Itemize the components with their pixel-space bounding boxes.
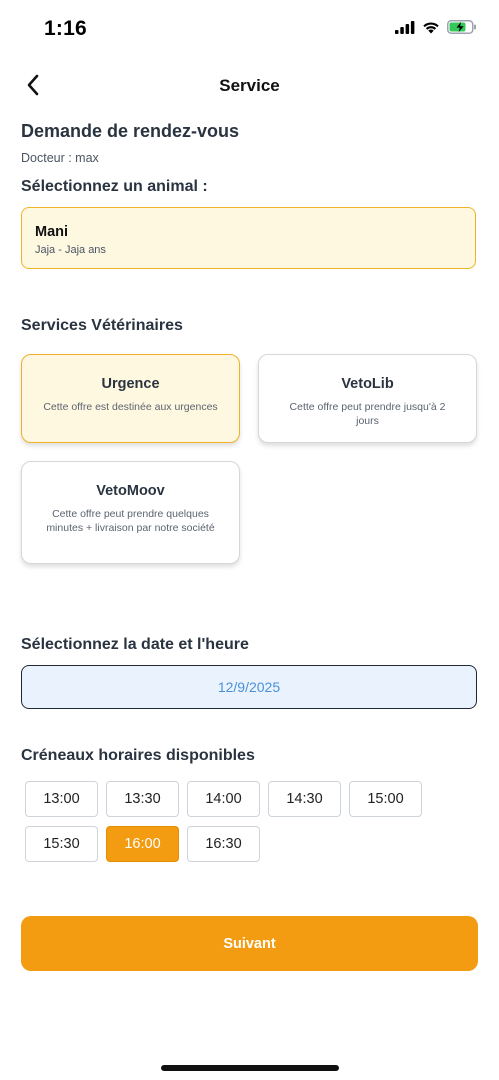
- battery-charging-icon: [447, 20, 476, 34]
- date-section-label: Sélectionnez la date et l'heure: [21, 636, 249, 653]
- animal-section-label: Sélectionnez un animal :: [21, 178, 208, 195]
- animal-detail: Jaja - Jaja ans: [35, 244, 106, 256]
- next-button[interactable]: Suivant: [21, 916, 478, 971]
- home-indicator[interactable]: [161, 1065, 339, 1071]
- service-card-vetolib[interactable]: VetoLib Cette offre peut prendre jusqu'à…: [258, 354, 477, 443]
- service-description: Cette offre peut prendre jusqu'à 2 jours: [289, 401, 446, 427]
- service-title: VetoLib: [341, 376, 394, 392]
- time-slot[interactable]: 16:30: [187, 826, 260, 862]
- signal-icon: [395, 20, 415, 34]
- time-slot[interactable]: 14:00: [187, 781, 260, 817]
- time-slot[interactable]: 15:00: [349, 781, 422, 817]
- time-slot-grid: 13:00 13:30 14:00 14:30 15:00 15:30 16:0…: [25, 781, 435, 862]
- slots-section-label: Créneaux horaires disponibles: [21, 747, 255, 764]
- time-slot-selected[interactable]: 16:00: [106, 826, 179, 862]
- time-slot[interactable]: 14:30: [268, 781, 341, 817]
- status-icons: [395, 20, 477, 34]
- service-title: Urgence: [101, 376, 160, 392]
- services-section-label: Services Vétérinaires: [21, 317, 183, 334]
- time-slot[interactable]: 13:00: [25, 781, 98, 817]
- time-slot[interactable]: 15:30: [25, 826, 98, 862]
- service-description: Cette offre est destinée aux urgences: [43, 401, 218, 413]
- service-description: Cette offre peut prendre quelques minute…: [46, 508, 215, 534]
- doctor-label: Docteur : max: [21, 151, 99, 165]
- service-card-urgence[interactable]: Urgence Cette offre est destinée aux urg…: [21, 354, 240, 443]
- date-picker-field[interactable]: 12/9/2025: [21, 665, 477, 709]
- service-title: VetoMoov: [96, 483, 165, 499]
- time-slot[interactable]: 13:30: [106, 781, 179, 817]
- animal-name: Mani: [35, 224, 69, 240]
- status-time: 1:16: [44, 17, 87, 40]
- service-card-vetomoov[interactable]: VetoMoov Cette offre peut prendre quelqu…: [21, 461, 240, 564]
- wifi-icon: [423, 21, 439, 33]
- request-title: Demande de rendez-vous: [21, 121, 240, 141]
- page-title: Service: [219, 76, 280, 95]
- animal-card[interactable]: Mani Jaja - Jaja ans: [21, 207, 476, 269]
